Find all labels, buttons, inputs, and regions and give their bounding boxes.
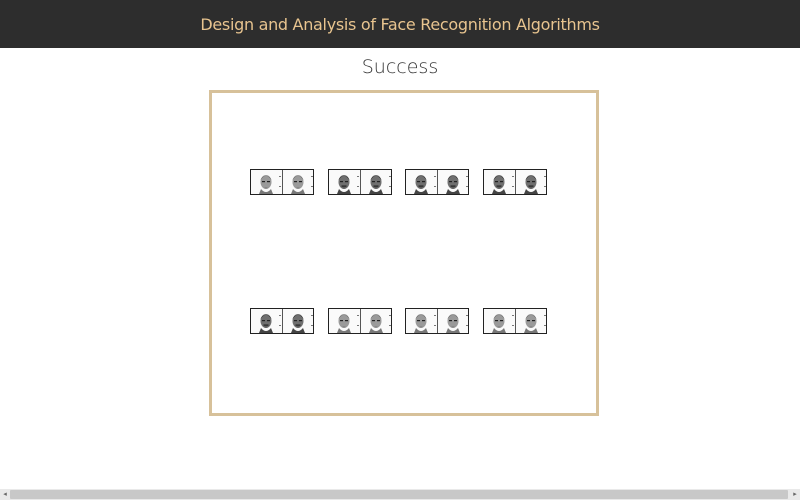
pair-divider bbox=[515, 170, 516, 194]
face-pair-thumbnail bbox=[250, 169, 314, 195]
pair-divider bbox=[437, 309, 438, 333]
match-face-image bbox=[438, 309, 468, 333]
app-header: Design and Analysis of Face Recognition … bbox=[0, 0, 800, 48]
pair-divider bbox=[360, 170, 361, 194]
face-pair-thumbnail bbox=[483, 169, 547, 195]
match-face-image bbox=[361, 170, 391, 194]
face-pair-thumbnail bbox=[328, 308, 392, 334]
pair-divider bbox=[437, 170, 438, 194]
probe-face-image bbox=[484, 170, 515, 194]
match-face-image bbox=[283, 309, 313, 333]
pair-divider bbox=[515, 309, 516, 333]
match-face-image bbox=[283, 170, 313, 194]
scrollbar-thumb[interactable] bbox=[10, 490, 788, 499]
face-pair-thumbnail bbox=[250, 308, 314, 334]
face-pair-thumbnail bbox=[328, 169, 392, 195]
probe-face-image bbox=[251, 309, 282, 333]
app-title: Design and Analysis of Face Recognition … bbox=[200, 14, 600, 34]
pair-divider bbox=[282, 309, 283, 333]
probe-face-image bbox=[406, 170, 437, 194]
horizontal-scrollbar[interactable]: ◂ ▸ bbox=[0, 489, 800, 500]
page-title: Success bbox=[361, 56, 439, 78]
pair-divider bbox=[282, 170, 283, 194]
probe-face-image bbox=[329, 309, 360, 333]
match-face-image bbox=[516, 170, 546, 194]
match-face-image bbox=[361, 309, 391, 333]
probe-face-image bbox=[251, 170, 282, 194]
face-pair-thumbnail bbox=[405, 169, 469, 195]
probe-face-image bbox=[484, 309, 515, 333]
match-face-image bbox=[516, 309, 546, 333]
face-pair-thumbnail bbox=[483, 308, 547, 334]
pair-divider bbox=[360, 309, 361, 333]
scroll-left-icon[interactable]: ◂ bbox=[0, 489, 10, 500]
probe-face-image bbox=[329, 170, 360, 194]
scroll-right-icon[interactable]: ▸ bbox=[790, 489, 800, 500]
result-frame bbox=[209, 90, 599, 416]
face-pair-thumbnail bbox=[405, 308, 469, 334]
probe-face-image bbox=[406, 309, 437, 333]
match-face-image bbox=[438, 170, 468, 194]
